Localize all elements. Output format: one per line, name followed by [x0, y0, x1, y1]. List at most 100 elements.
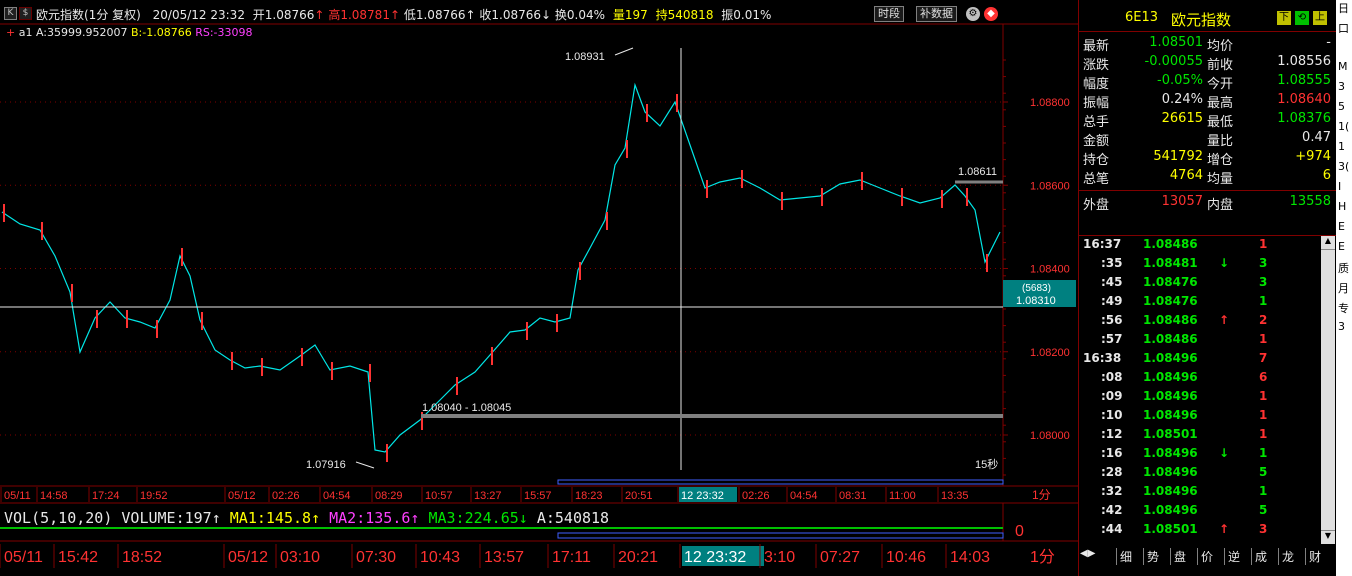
- side-toolbar-item[interactable]: [1336, 40, 1352, 60]
- quote-tabs[interactable]: ◀▶ 细势盘价逆成龙财: [1078, 547, 1336, 565]
- quote-value: 1.08555: [1277, 73, 1331, 88]
- tick-price: 1.08501: [1143, 522, 1198, 536]
- tick-volume: 1: [1259, 446, 1268, 460]
- amplitude-value: 0.01%: [733, 8, 772, 22]
- fill-data-button[interactable]: 补数据: [916, 6, 957, 22]
- tick-volume: 1: [1259, 294, 1268, 308]
- high-annotation-leader: [614, 47, 634, 56]
- quote-panel: 6E13 欧元指数 下 ⟲ 上 最新 1.08501 均价 - 涨跌 -0.00055 前收…: [1078, 0, 1337, 576]
- time-axis-label: 17:24: [92, 490, 120, 502]
- side-toolbar-item[interactable]: E: [1336, 220, 1352, 240]
- time-cursor-label: 12 23:32: [681, 490, 724, 502]
- currency-icon[interactable]: $: [19, 7, 32, 20]
- side-toolbar-item[interactable]: 1(: [1336, 120, 1352, 140]
- volume-value: 197: [624, 8, 648, 22]
- high-annotation: 1.08931: [565, 51, 605, 63]
- side-toolbar-item[interactable]: 3(: [1336, 160, 1352, 180]
- tick-price: 1.08496: [1143, 408, 1198, 422]
- tick-volume: 5: [1259, 465, 1268, 479]
- volume-axis-zero: 0: [1015, 523, 1024, 540]
- quote-label: 均量: [1207, 172, 1234, 187]
- tick-price: 1.08496: [1143, 446, 1198, 460]
- quote-tab[interactable]: 龙: [1278, 548, 1294, 565]
- time-axis-bottom-label: 20:21: [618, 549, 658, 566]
- settings-icon[interactable]: ⚙: [966, 7, 980, 21]
- amplitude-label: 振: [721, 8, 734, 22]
- side-toolbar-item[interactable]: 5: [1336, 100, 1352, 120]
- quote-value: 1.08640: [1277, 92, 1331, 107]
- tick-row: :09 1.08496 1: [1079, 389, 1337, 408]
- quote-tab[interactable]: 财: [1305, 548, 1321, 565]
- line-annotation: 1.08040 - 1.08045: [422, 402, 511, 414]
- side-toolbar-item[interactable]: 月: [1336, 280, 1352, 300]
- side-toolbar[interactable]: 日口 M 3 5 1(1 3(I H E E 质月专 3: [1336, 0, 1352, 576]
- quote-value: 6: [1322, 168, 1331, 183]
- low-annotation: 1.07916: [306, 459, 346, 471]
- low-label: 低: [403, 8, 416, 22]
- vol-ma1: MA1:145.8: [229, 509, 312, 527]
- tick-price: 1.08486: [1143, 237, 1198, 251]
- down-button[interactable]: 下: [1277, 11, 1291, 25]
- time-axis-label: 05/12: [228, 490, 256, 502]
- tick-row: 16:38 1.08496 7: [1079, 351, 1337, 370]
- quote-tab[interactable]: 势: [1143, 548, 1159, 565]
- instrument-name: 欧元指数(1分 复权): [36, 8, 141, 22]
- refresh-icon[interactable]: ⟲: [1295, 11, 1309, 25]
- quote-tab[interactable]: 盘: [1170, 548, 1186, 565]
- time-axis-bottom-label: 10:46: [886, 549, 926, 566]
- tick-row: :57 1.08486 1: [1079, 332, 1337, 351]
- quote-label: 今开: [1207, 77, 1234, 92]
- tick-volume: 1: [1259, 427, 1268, 441]
- quote-value: +974: [1295, 149, 1331, 164]
- kline-chart-area[interactable]: 1.08800 1.08600 1.08400 1.08200 1.08000 1.089…: [0, 0, 1078, 576]
- quote-row: 总笔 4764 均量 6: [1079, 168, 1337, 187]
- quote-tab[interactable]: 成: [1251, 548, 1267, 565]
- time-axis-label: 10:57: [425, 490, 453, 502]
- time-axis-bottom-label: 05/11: [4, 549, 43, 566]
- side-toolbar-item[interactable]: 质: [1336, 260, 1352, 280]
- price-axis-label: 1.08000: [1030, 430, 1070, 442]
- down-arrow-icon: ↓: [541, 8, 552, 22]
- indicator-bar: + a1 A:35999.952007 B:-1.08766 RS:-33098: [6, 26, 253, 39]
- quote-tab[interactable]: 价: [1197, 548, 1213, 565]
- tick-row: :08 1.08496 6: [1079, 370, 1337, 389]
- side-toolbar-item[interactable]: E: [1336, 240, 1352, 260]
- time-axis-label: 11:00: [889, 490, 916, 502]
- diamond-icon[interactable]: ◆: [984, 7, 998, 21]
- price-axis-label: 1.08200: [1030, 347, 1070, 359]
- quote-row: 振幅 0.24% 最高 1.08640: [1079, 92, 1337, 111]
- open-label: 开: [252, 8, 265, 22]
- side-toolbar-item[interactable]: 3: [1336, 80, 1352, 100]
- quote-tab[interactable]: 逆: [1224, 548, 1240, 565]
- k-line-toggle-button[interactable]: K: [4, 7, 17, 20]
- tick-time: :49: [1101, 294, 1123, 308]
- side-toolbar-item[interactable]: I: [1336, 180, 1352, 200]
- side-toolbar-item[interactable]: 日: [1336, 0, 1352, 20]
- tick-volume: 3: [1259, 256, 1268, 270]
- quote-value: 13558: [1289, 194, 1331, 209]
- tick-time: :56: [1101, 313, 1123, 327]
- time-axis-bottom-label: 05/12: [228, 549, 268, 566]
- quote-row: 幅度 -0.05% 今开 1.08555: [1079, 73, 1337, 92]
- quote-value: 541792: [1153, 149, 1203, 164]
- side-toolbar-item[interactable]: 口: [1336, 20, 1352, 40]
- side-toolbar-item[interactable]: H: [1336, 200, 1352, 220]
- quote-row: 最新 1.08501 均价 -: [1079, 35, 1337, 54]
- tick-row: :10 1.08496 1: [1079, 408, 1337, 427]
- time-axis-label: 14:58: [40, 490, 68, 502]
- quote-value: -0.05%: [1157, 73, 1203, 88]
- side-toolbar-item[interactable]: 1: [1336, 140, 1352, 160]
- tick-price: 1.08496: [1143, 484, 1198, 498]
- volume-label: 量: [612, 8, 625, 22]
- up-button[interactable]: 上: [1313, 11, 1327, 25]
- tab-scroll-icon[interactable]: ◀▶: [1080, 548, 1095, 559]
- side-toolbar-item[interactable]: 专: [1336, 300, 1352, 320]
- turnover-value: 0.04%: [566, 8, 606, 22]
- side-toolbar-item[interactable]: M: [1336, 60, 1352, 80]
- period-button[interactable]: 时段: [874, 6, 904, 22]
- quote-tab[interactable]: 细: [1116, 548, 1132, 565]
- down-arrow-icon: ↓: [1219, 256, 1230, 270]
- kline-chart-svg[interactable]: 1.08800 1.08600 1.08400 1.08200 1.08000 1.089…: [0, 0, 1078, 576]
- low-value: 1.08766: [415, 8, 466, 22]
- side-toolbar-item[interactable]: 3: [1336, 320, 1352, 340]
